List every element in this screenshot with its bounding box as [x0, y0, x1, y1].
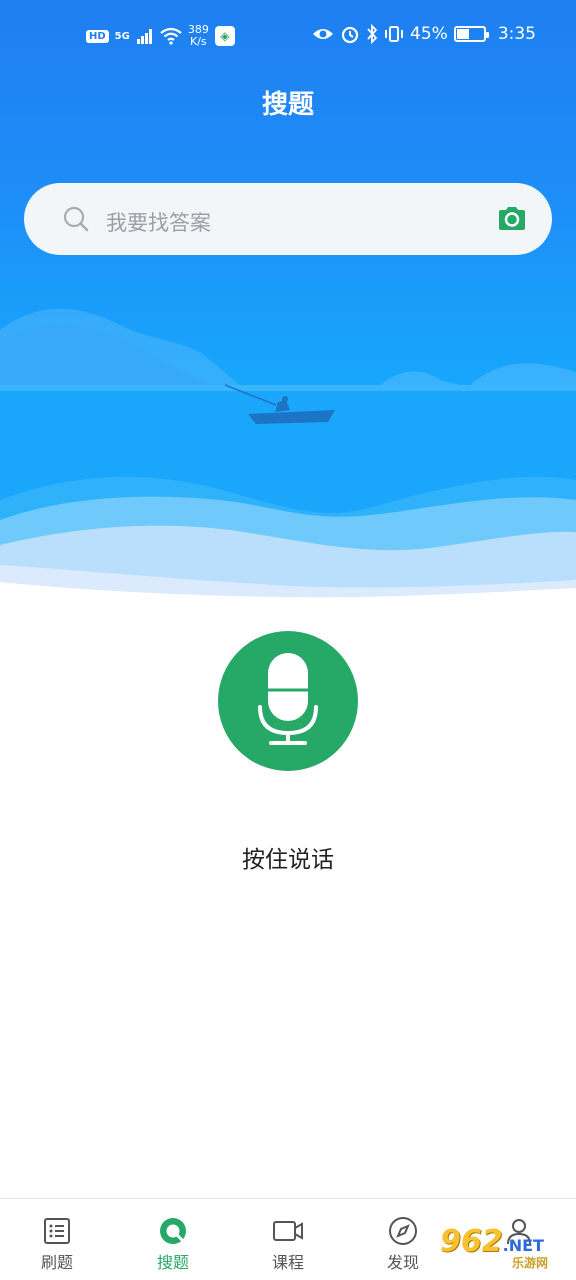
battery-icon — [453, 26, 489, 42]
bottom-tab-bar: 刷题 搜题 课程 发现 962.NET 乐游网 — [0, 1198, 576, 1280]
search-input[interactable]: 我要找答案 — [106, 207, 211, 237]
battery-level — [456, 29, 469, 39]
tab-label: 刷题 — [40, 1253, 73, 1272]
tab-label: 搜题 — [156, 1253, 189, 1272]
search-bar[interactable]: 我要找答案 — [24, 183, 552, 255]
bluetooth-icon — [367, 24, 378, 44]
alarm-icon — [341, 26, 359, 44]
hero-banner: HD 5G 389 K/s ◈ 45% 3:35 搜题 我要找答案 — [0, 0, 576, 600]
network-type: 5G — [114, 30, 130, 42]
watermark-sub: 乐游网 — [512, 1256, 549, 1270]
page-title: 搜题 — [261, 90, 314, 120]
microphone-icon — [258, 653, 318, 745]
voice-hint: 按住说话 — [242, 847, 334, 873]
speed-unit: K/s — [190, 35, 207, 48]
search-icon — [63, 206, 89, 232]
camera-icon[interactable] — [496, 203, 528, 235]
tab-search[interactable]: 搜题 — [128, 1215, 218, 1273]
battery-percent: 45% — [410, 24, 448, 44]
video-icon — [273, 1221, 303, 1241]
eye-icon — [313, 29, 334, 39]
watermark-net: .NET — [502, 1236, 544, 1255]
wifi-icon — [160, 27, 182, 45]
compass-icon — [389, 1217, 417, 1245]
tab-courses[interactable]: 课程 — [243, 1215, 333, 1273]
tab-label: 发现 — [386, 1253, 419, 1272]
watermark-logo: 962.NET 乐游网 — [440, 1224, 570, 1272]
tab-discover[interactable]: 发现 — [358, 1215, 448, 1273]
hd-badge: HD — [86, 29, 109, 43]
cellular-signal-icon — [136, 29, 152, 44]
sim-icon: ◈ — [214, 26, 235, 46]
voice-record-button[interactable] — [218, 631, 358, 771]
vibrate-icon — [385, 26, 404, 42]
tab-label: 课程 — [271, 1253, 304, 1272]
watermark-brand: 962 — [440, 1224, 503, 1259]
tab-practice[interactable]: 刷题 — [12, 1215, 102, 1273]
list-icon — [44, 1218, 70, 1244]
network-speed: 389 K/s — [188, 24, 209, 48]
status-bar: HD 5G 389 K/s ◈ 45% 3:35 — [0, 20, 576, 56]
clock: 3:35 — [497, 24, 536, 44]
search-circle-icon — [160, 1218, 186, 1244]
